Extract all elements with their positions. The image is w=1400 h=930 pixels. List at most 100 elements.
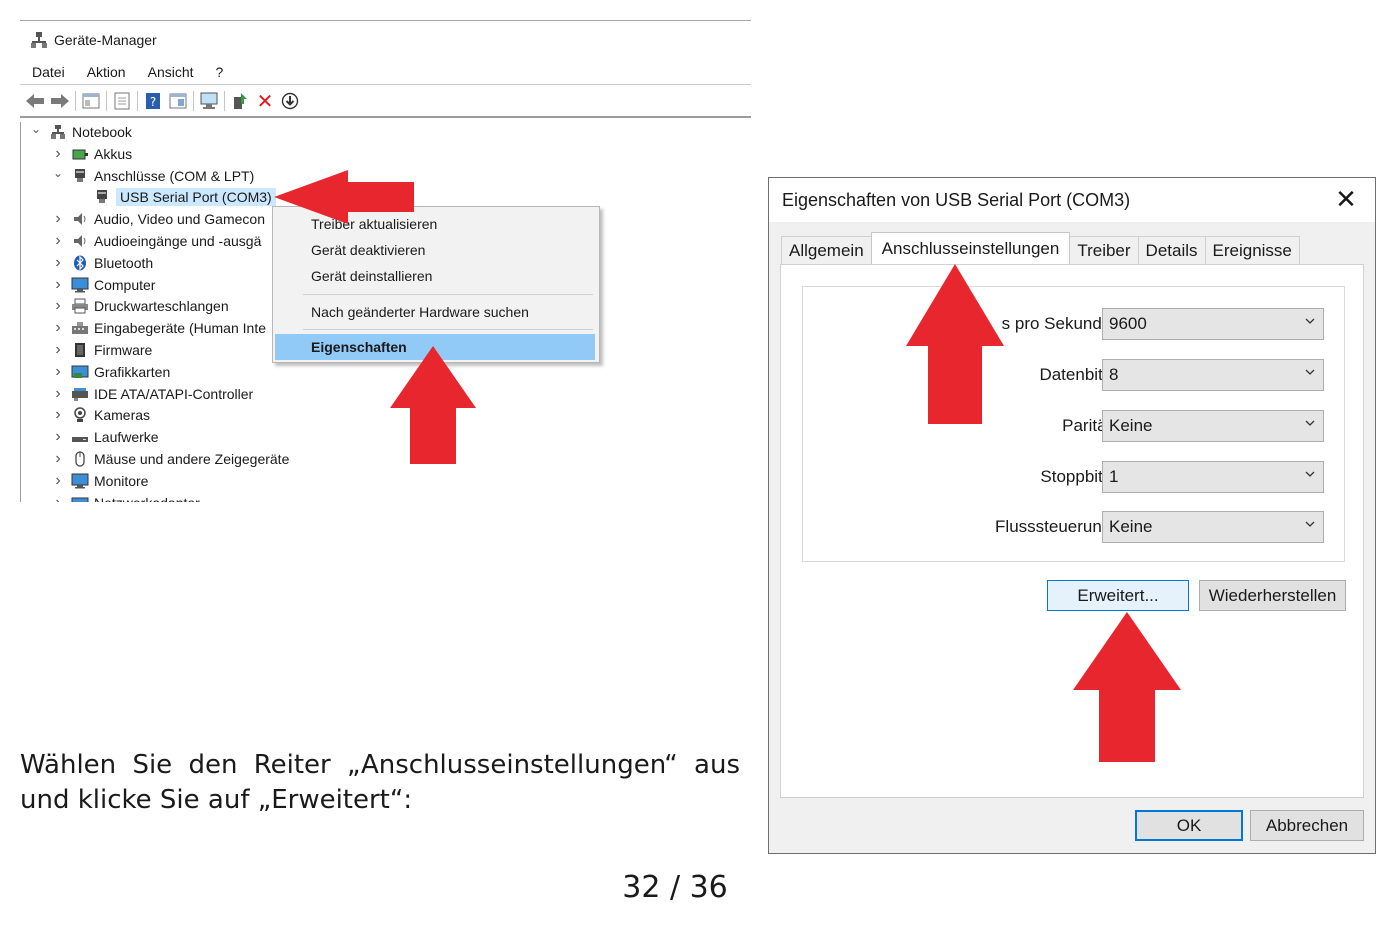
back-arrow-icon[interactable] (25, 91, 45, 111)
page-number: 32 / 36 (622, 870, 728, 905)
speaker-icon (71, 233, 89, 249)
svg-text:?: ? (150, 95, 156, 109)
menu-help[interactable]: ? (204, 64, 234, 80)
tree-item-label: Anschlüsse (COM & LPT) (94, 167, 255, 184)
tree-item[interactable]: › Kameras (51, 405, 150, 425)
tree-item[interactable]: › Monitore (51, 471, 148, 491)
restore-defaults-button[interactable]: Wiederherstellen (1199, 580, 1346, 611)
menu-datei[interactable]: Datei (20, 64, 75, 80)
stop-bits-select[interactable]: 1 (1102, 461, 1324, 493)
controller-icon (71, 386, 89, 402)
advanced-button[interactable]: Erweitert... (1047, 580, 1189, 611)
menu-ansicht[interactable]: Ansicht (136, 64, 204, 80)
tab-allgemein[interactable]: Allgemein (781, 236, 872, 264)
port-icon (71, 168, 89, 184)
flow-control-select[interactable]: Keine (1102, 511, 1324, 543)
uninstall-x-icon[interactable]: ✕ (255, 89, 275, 113)
data-bits-select[interactable]: 8 (1102, 359, 1324, 391)
tree-item[interactable]: › Laufwerke (51, 427, 159, 447)
tab-anschlusseinstellungen[interactable]: Anschlusseinstellungen (870, 232, 1071, 264)
tree-item[interactable]: › Druckwarteschlangen (51, 296, 229, 316)
tree-item[interactable]: › Eingabegeräte (Human Inte (51, 318, 266, 338)
tree-item-label: Grafikkarten (94, 363, 171, 380)
tree-item[interactable]: ⌄ Notebook (29, 122, 132, 142)
chevron-right-icon[interactable]: › (51, 494, 65, 502)
chevron-down-icon[interactable]: ⌄ (51, 166, 65, 180)
menu-item-uninstall-device[interactable]: Gerät deinstallieren (275, 263, 595, 289)
tree-item[interactable]: › Audioeingänge und -ausgä (51, 231, 261, 251)
close-icon[interactable]: ✕ (1331, 184, 1361, 215)
tree-item[interactable]: › Firmware (51, 340, 152, 360)
chevron-right-icon[interactable]: › (51, 232, 65, 250)
drive-icon (71, 429, 89, 445)
toolbar-separator (106, 91, 107, 111)
scan-hardware-icon[interactable] (199, 91, 219, 111)
toolbar-separator (224, 91, 225, 111)
tree-item-label: Audio, Video und Gamecon (94, 211, 265, 228)
chevron-right-icon[interactable]: › (51, 385, 65, 403)
menu-item-scan-hardware[interactable]: Nach geänderter Hardware suchen (275, 299, 595, 325)
tree-item[interactable]: › Bluetooth (51, 253, 153, 273)
dialog-title: Eigenschaften von USB Serial Port (COM3) (782, 190, 1131, 210)
context-menu: Treiber aktualisieren Gerät deaktivieren… (272, 206, 600, 363)
keyboard-icon (71, 320, 89, 336)
display-adapter-icon (71, 364, 89, 380)
chevron-right-icon[interactable]: › (51, 297, 65, 315)
flow-control-value: Keine (1109, 517, 1153, 536)
help-icon[interactable]: ? (143, 91, 163, 111)
tree-item[interactable]: › Akkus (51, 144, 132, 164)
tree-item[interactable]: ⌄ Anschlüsse (COM & LPT) (51, 166, 254, 186)
tree-item[interactable]: › Grafikkarten (51, 362, 170, 382)
ok-button[interactable]: OK (1135, 810, 1243, 841)
chevron-right-icon[interactable]: › (51, 319, 65, 337)
forward-arrow-icon[interactable] (50, 91, 70, 111)
parity-row: Parität: Keine (803, 410, 1346, 444)
stop-bits-row: Stoppbits: 1 (803, 461, 1346, 495)
tree-item[interactable]: › Computer (51, 275, 155, 295)
chevron-right-icon[interactable]: › (51, 450, 65, 468)
chevron-right-icon[interactable]: › (51, 341, 65, 359)
chevron-right-icon[interactable]: › (51, 145, 65, 163)
chevron-right-icon[interactable]: › (51, 276, 65, 294)
properties-sheet-icon[interactable] (112, 91, 132, 111)
chevron-down-icon (1305, 420, 1315, 426)
menu-item-disable-device[interactable]: Gerät deaktivieren (275, 237, 595, 263)
tree-item-label: Laufwerke (94, 429, 159, 446)
tab-ereignisse[interactable]: Ereignisse (1204, 236, 1300, 264)
tree-item[interactable]: › Audio, Video und Gamecon (51, 209, 265, 229)
tab-details[interactable]: Details (1137, 236, 1206, 264)
tree-item-label: Netzwerkadapter (94, 495, 200, 502)
chevron-right-icon[interactable]: › (51, 254, 65, 272)
bits-per-second-select[interactable]: 9600 (1102, 308, 1324, 340)
download-circle-icon[interactable] (280, 91, 300, 111)
tree-item[interactable]: USB Serial Port (COM3) (73, 187, 276, 207)
tree-item-label: Computer (94, 276, 156, 293)
chevron-right-icon[interactable]: › (51, 210, 65, 228)
data-bits-row: Datenbits: 8 (803, 359, 1346, 393)
tree-item[interactable]: › Netzwerkadapter (51, 493, 200, 502)
chevron-right-icon[interactable]: › (51, 363, 65, 381)
chip-icon (71, 342, 89, 358)
chevron-right-icon[interactable]: › (51, 406, 65, 424)
chevron-down-icon[interactable]: ⌄ (29, 122, 43, 136)
cancel-button[interactable]: Abbrechen (1250, 810, 1364, 841)
tree-item-label: Druckwarteschlangen (94, 298, 229, 315)
toolbar-separator (137, 91, 138, 111)
view-details-icon[interactable] (168, 91, 188, 111)
update-driver-icon[interactable] (230, 91, 250, 111)
tree-item[interactable]: › Mäuse und andere Zeigegeräte (51, 449, 289, 469)
red-arrow-up-icon (390, 346, 476, 464)
chevron-right-icon[interactable]: › (51, 428, 65, 446)
chevron-right-icon[interactable]: › (51, 472, 65, 490)
bits-per-second-label: s pro Sekunde: (1001, 314, 1116, 333)
tab-treiber[interactable]: Treiber (1069, 236, 1139, 264)
tree-item[interactable]: › IDE ATA/ATAPI-Controller (51, 384, 253, 404)
bits-per-second-value: 9600 (1109, 314, 1147, 333)
menu-aktion[interactable]: Aktion (75, 64, 136, 80)
tree-item-label: Firmware (94, 342, 153, 358)
tree-item-label: Mäuse und andere Zeigegeräte (94, 451, 290, 467)
show-hide-tree-icon[interactable] (81, 91, 101, 111)
parity-select[interactable]: Keine (1102, 410, 1324, 442)
mouse-icon (71, 451, 89, 467)
dialog-titlebar: Eigenschaften von USB Serial Port (COM3)… (769, 178, 1375, 222)
